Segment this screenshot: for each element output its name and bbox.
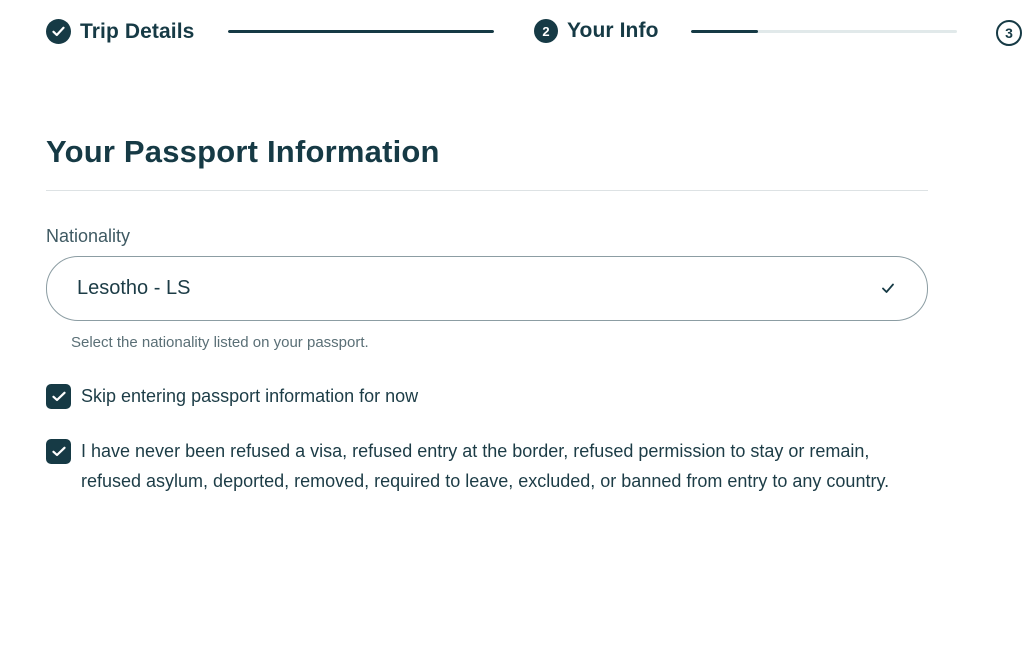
declaration-option[interactable]: I have never been refused a visa, refuse… [46, 439, 911, 496]
nationality-value: Lesotho - LS [77, 277, 191, 299]
skip-passport-label[interactable]: Skip entering passport information for n… [81, 381, 418, 411]
declaration-label[interactable]: I have never been refused a visa, refuse… [81, 436, 911, 496]
step-your-info[interactable]: 2 Your Info [534, 19, 659, 43]
divider [46, 190, 928, 191]
chevron-check-icon [881, 281, 895, 295]
skip-passport-checkbox[interactable] [46, 384, 71, 409]
step-connector [228, 30, 494, 33]
nationality-select[interactable]: Lesotho - LS [46, 256, 928, 321]
step-connector [691, 30, 957, 33]
nationality-label: Nationality [46, 226, 131, 246]
step-connector-fill [691, 30, 758, 33]
step-number: 3 [996, 20, 1022, 46]
nationality-help-text: Select the nationality listed on your pa… [71, 334, 369, 351]
check-icon [46, 19, 71, 44]
step-trip-details[interactable]: Trip Details [46, 19, 194, 44]
progress-stepper: Trip Details 2 Your Info 3 [0, 0, 1026, 64]
step-label: Your Info [567, 19, 659, 42]
page-title: Your Passport Information [46, 134, 440, 169]
step-number: 2 [534, 19, 558, 43]
skip-passport-option[interactable]: Skip entering passport information for n… [46, 384, 418, 411]
step-three[interactable]: 3 [996, 20, 1022, 46]
step-connector-fill [228, 30, 494, 33]
declaration-checkbox[interactable] [46, 439, 71, 464]
step-label: Trip Details [80, 19, 195, 43]
